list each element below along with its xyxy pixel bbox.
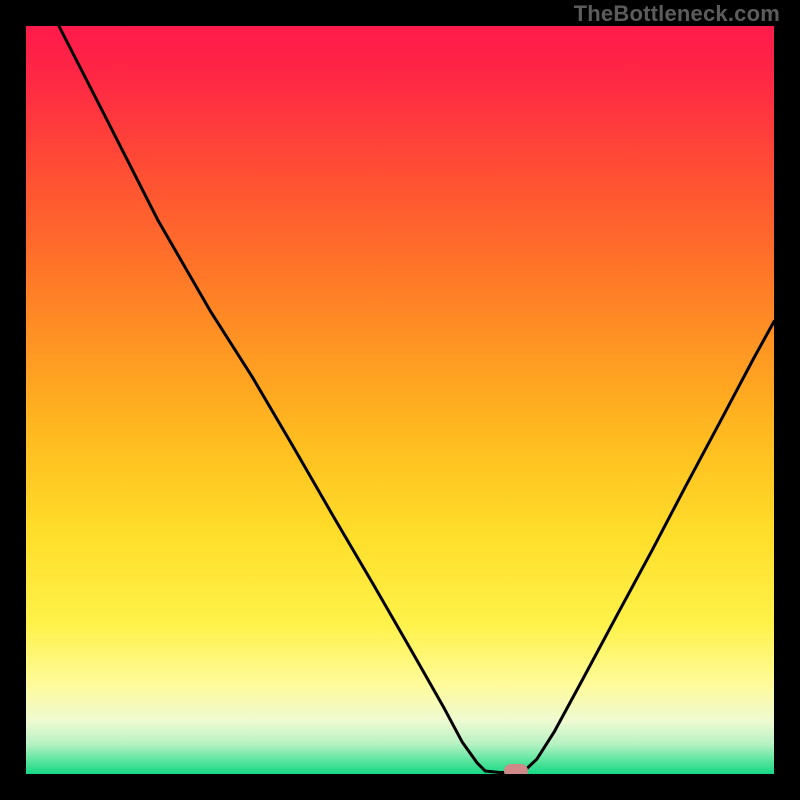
watermark-text: TheBottleneck.com [574,1,780,27]
background-gradient [26,26,774,774]
chart-container: TheBottleneck.com [0,0,800,800]
optimal-point-marker [504,764,528,774]
plot-area [26,26,774,774]
